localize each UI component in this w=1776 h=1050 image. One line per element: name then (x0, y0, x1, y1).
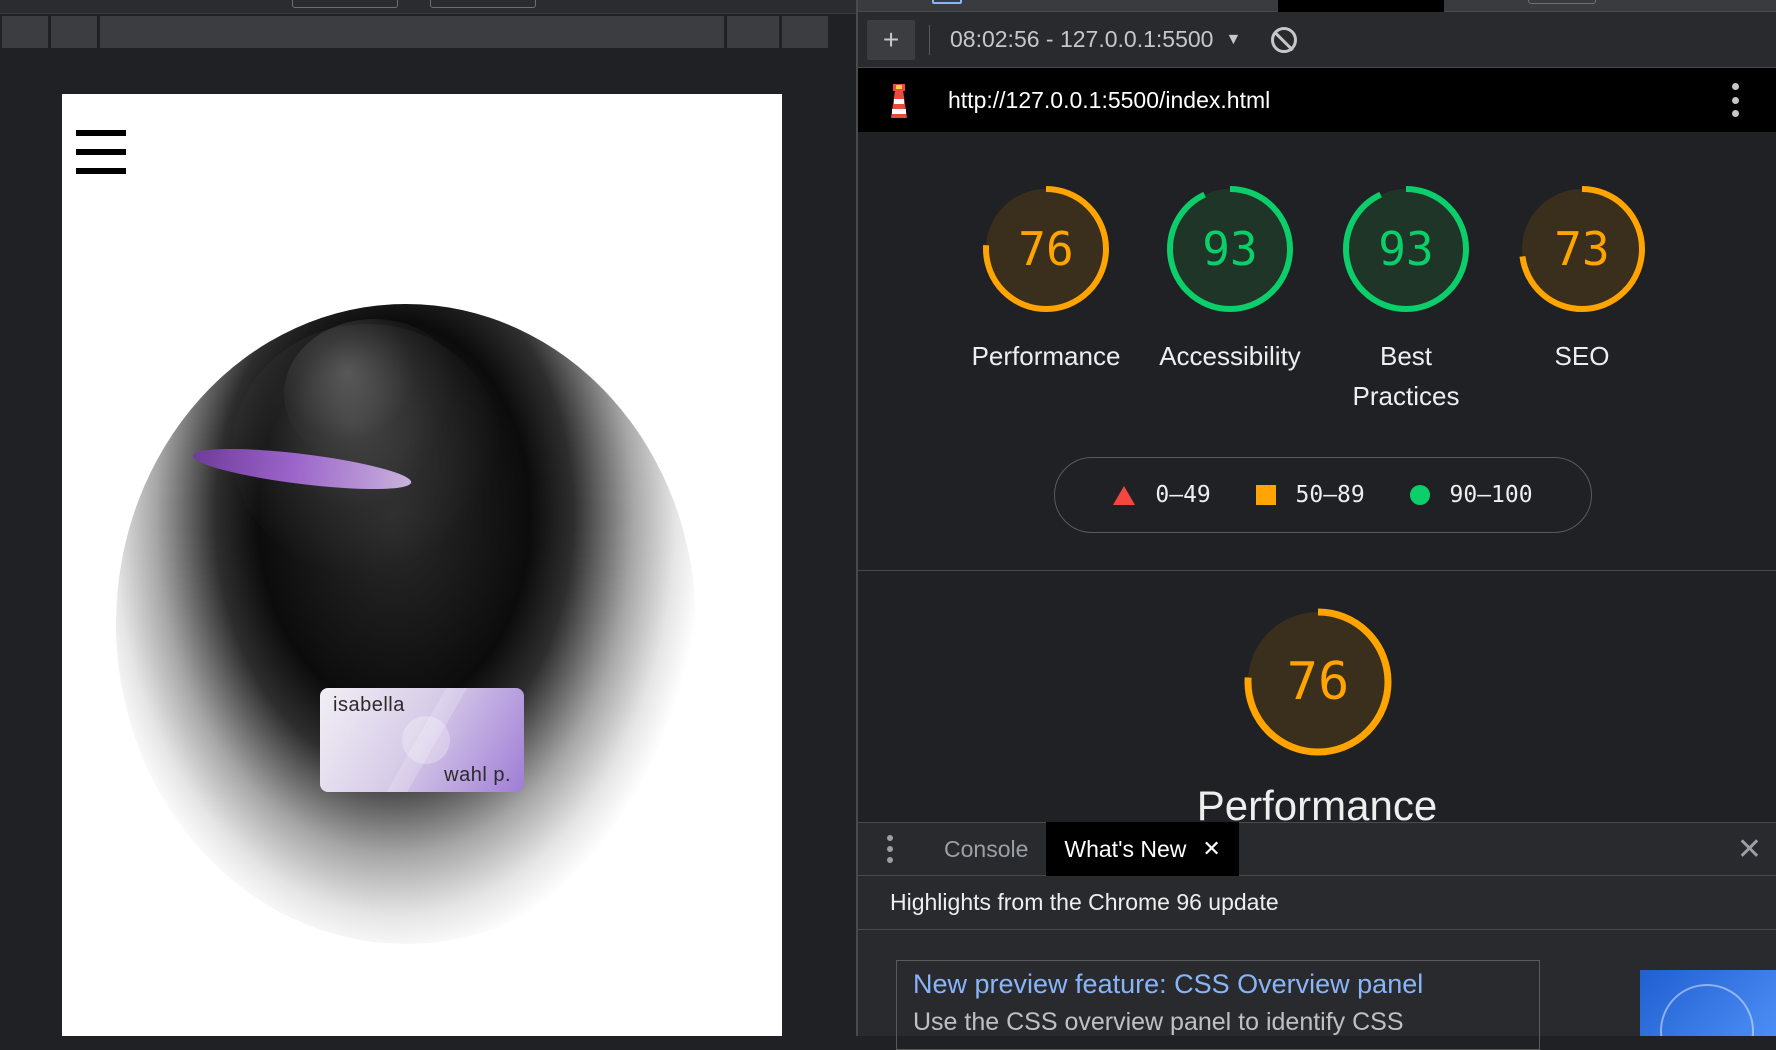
legend-label: 90–100 (1449, 482, 1533, 508)
drawer-tab-bar: Console What's New ✕ ✕ (858, 822, 1776, 876)
legend-item-pass: 90–100 (1409, 482, 1533, 508)
gauge-ring: 73 (1517, 184, 1647, 314)
card-last-name: wahl p. (444, 764, 511, 786)
new-report-button[interactable]: + (867, 19, 915, 60)
gauge-label: SEO (1554, 341, 1610, 371)
more-options-icon[interactable] (1730, 83, 1740, 117)
card-first-name: isabella (333, 694, 405, 716)
ruler-segment[interactable] (51, 16, 97, 48)
feature-link[interactable]: New preview feature: CSS Overview panel (913, 969, 1523, 1000)
media-query-ruler[interactable] (0, 16, 856, 50)
whats-new-heading: Highlights from the Chrome 96 update (858, 876, 1776, 930)
legend-item-fail: 0–49 (1113, 482, 1211, 508)
gauge-performance[interactable]: 76 Performance (954, 184, 1138, 444)
feature-thumbnail (1640, 970, 1776, 1036)
gauge-accessibility[interactable]: 93 Accessibility (1138, 184, 1322, 444)
gauge-seo[interactable]: 73 SEO (1490, 184, 1674, 444)
tab-console[interactable]: Console (926, 822, 1046, 876)
caret-down-icon: ▼ (1225, 30, 1242, 48)
feature-description: Use the CSS overview panel to identify C… (913, 1008, 1404, 1036)
ruler-segment[interactable] (100, 16, 724, 48)
feature-card: New preview feature: CSS Overview panel … (896, 960, 1540, 1050)
gauge-label: Best Practices (1352, 341, 1460, 411)
performance-section-title: Performance (1196, 782, 1438, 822)
gauge-ring: 93 (1341, 184, 1471, 314)
gauge-score: 76 (1018, 222, 1074, 276)
report-selector-label: 08:02:56 - 127.0.0.1:5500 (950, 26, 1214, 52)
legend-label: 50–89 (1295, 482, 1365, 508)
blob-ring-graphic (284, 319, 464, 469)
device-toolbar-strip (0, 0, 856, 14)
section-divider (858, 570, 1776, 571)
ruler-segment[interactable] (782, 16, 828, 48)
hamburger-menu-icon[interactable] (76, 130, 126, 174)
close-drawer-icon[interactable]: ✕ (1737, 832, 1762, 867)
device-toolbar-button[interactable] (292, 0, 398, 8)
tab-label: Console (944, 835, 1029, 862)
drawer-menu-icon[interactable] (886, 835, 894, 863)
toolbar-separator (929, 24, 930, 55)
performance-section-gauge: 76 (1244, 608, 1392, 756)
name-card[interactable]: isabella wahl p. (320, 688, 524, 792)
devtools-tab[interactable] (1528, 0, 1596, 4)
gauge-best-practices[interactable]: 93 Best Practices (1322, 184, 1490, 444)
device-viewport-pane: isabella wahl p. (0, 0, 856, 1036)
card-decoration (402, 716, 450, 764)
lighthouse-logo-icon (886, 82, 912, 118)
score-gauges: 76 Performance 93 Accessibility 93 Best Pract… (954, 184, 1674, 444)
page-preview: isabella wahl p. (62, 94, 782, 1036)
score-legend: 0–49 50–89 90–100 (1054, 457, 1592, 533)
lighthouse-toolbar: + 08:02:56 - 127.0.0.1:5500 ▼ (858, 12, 1776, 68)
gauge-label: Accessibility (1159, 341, 1301, 371)
clear-reports-icon[interactable] (1271, 26, 1298, 53)
report-url-bar: http://127.0.0.1:5500/index.html (858, 68, 1776, 132)
legend-label: 0–49 (1155, 482, 1211, 508)
device-toolbar-button[interactable] (430, 0, 536, 8)
gauge-score: 73 (1554, 222, 1610, 276)
lighthouse-report: 76 Performance 93 Accessibility 93 Best Pract… (858, 132, 1776, 822)
tab-whats-new[interactable]: What's New ✕ (1046, 822, 1239, 876)
performance-section-score: 76 (1286, 652, 1350, 712)
tab-label: What's New (1064, 835, 1187, 862)
ruler-segment[interactable] (2, 16, 48, 48)
triangle-icon (1113, 485, 1136, 505)
report-url[interactable]: http://127.0.0.1:5500/index.html (948, 87, 1730, 114)
legend-item-average: 50–89 (1255, 482, 1365, 508)
circle-icon (1409, 485, 1430, 505)
gauge-label: Performance (971, 341, 1121, 371)
devtools-panel: + 08:02:56 - 127.0.0.1:5500 ▼ http://127… (858, 0, 1776, 1050)
close-tab-icon[interactable]: ✕ (1202, 836, 1220, 862)
devtools-tab-strip (858, 0, 1776, 12)
devtools-active-tab[interactable] (1278, 0, 1444, 12)
gauge-ring: 76 (981, 184, 1111, 314)
gauge-score: 93 (1202, 222, 1258, 276)
report-selector[interactable]: 08:02:56 - 127.0.0.1:5500 ▼ (950, 26, 1241, 53)
square-icon (1255, 485, 1276, 505)
gauge-ring: 93 (1165, 184, 1295, 314)
ruler-segment[interactable] (727, 16, 779, 48)
devtools-tab-icon[interactable] (932, 0, 962, 4)
gauge-score: 93 (1378, 222, 1434, 276)
